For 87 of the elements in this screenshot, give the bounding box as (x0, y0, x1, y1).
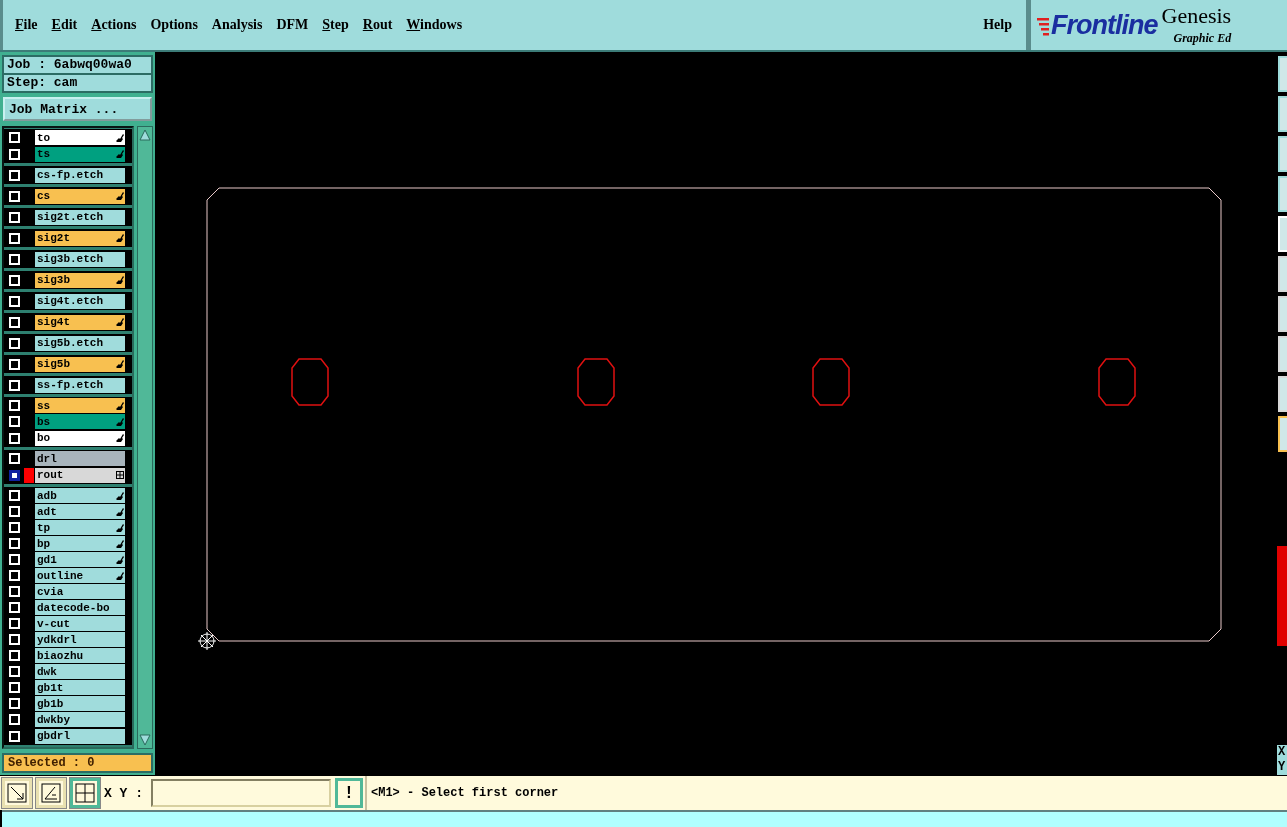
tool-button[interactable] (70, 778, 100, 808)
exclamation-button[interactable]: ! (335, 778, 363, 808)
menu-item[interactable]: Edit (51, 17, 78, 33)
hand-icon (115, 506, 124, 517)
job-name: Job : 6abwq00wa0 (2, 55, 153, 75)
crosshair-icon (197, 631, 217, 651)
layer-name[interactable]: adb (35, 488, 125, 503)
menu-item[interactable]: Windows (406, 17, 463, 33)
xy-label: X Y : (103, 784, 144, 803)
hand-icon (115, 522, 124, 533)
menu-item[interactable]: File (15, 17, 38, 33)
layer-name[interactable]: v-cut (35, 616, 125, 631)
layer-name[interactable]: sig5b.etch (35, 335, 125, 351)
layer-name[interactable]: datecode-bo (35, 600, 125, 615)
scroll-down-icon[interactable] (139, 734, 151, 746)
hand-icon (115, 359, 124, 369)
scroll-up-icon[interactable] (139, 129, 151, 141)
product-subtitle: Graphic Ed (1173, 31, 1232, 46)
x-label: X (1277, 745, 1287, 760)
step-name: Step: cam (2, 75, 153, 93)
hand-icon (115, 275, 124, 285)
hand-icon (115, 416, 124, 427)
menu-item[interactable]: Rout (362, 17, 393, 33)
menu-item[interactable]: Analysis (211, 17, 263, 33)
layer-name[interactable]: bp (35, 536, 125, 551)
hand-icon (115, 191, 124, 201)
slot-outline (812, 358, 850, 406)
layer-name[interactable]: ts (35, 146, 125, 162)
help-menu[interactable]: Help (983, 17, 1012, 33)
layer-name[interactable]: gbdrl (35, 728, 125, 744)
layer-name[interactable]: bo (35, 430, 125, 446)
layer-name[interactable]: gb1b (35, 696, 125, 711)
menu-item[interactable]: Actions (91, 17, 137, 33)
hand-icon (115, 538, 124, 549)
layer-name[interactable]: to (35, 130, 125, 145)
scrollbar[interactable] (137, 126, 153, 749)
layer-name[interactable]: bs (35, 414, 125, 429)
layer-name[interactable]: ss (35, 398, 125, 413)
layer-name[interactable]: sig2t (35, 230, 125, 246)
layer-name[interactable]: gb1t (35, 680, 125, 695)
layer-checkbox[interactable] (9, 469, 20, 481)
brand-logo: Frontline (1051, 10, 1158, 41)
hand-icon (115, 433, 124, 443)
layer-name[interactable]: sig4t (35, 314, 125, 330)
layer-name[interactable]: sig3b (35, 272, 125, 288)
layer-name[interactable]: dwkby (35, 712, 125, 727)
layer-name[interactable]: sig5b (35, 356, 125, 372)
layer-name[interactable]: drl (35, 451, 125, 466)
layer-name[interactable]: sig3b.etch (35, 251, 125, 267)
layer-name[interactable]: ydkdrl (35, 632, 125, 647)
hand-icon (115, 233, 124, 243)
slot-outline (291, 358, 329, 406)
layer-name[interactable]: ss-fp.etch (35, 377, 125, 393)
layer-name[interactable]: gd1 (35, 552, 125, 567)
job-matrix-button[interactable]: Job Matrix ... (3, 97, 152, 121)
layer-name[interactable]: cs-fp.etch (35, 167, 125, 183)
menu-item[interactable]: Step (322, 17, 349, 33)
grid-icon (75, 783, 95, 803)
hand-icon (115, 149, 124, 159)
layer-name[interactable]: rout (35, 467, 125, 483)
layer-name[interactable]: adt (35, 504, 125, 519)
layer-name[interactable]: outline (35, 568, 125, 583)
zoom-arrow-icon (7, 783, 27, 803)
layer-name[interactable]: sig2t.etch (35, 209, 125, 225)
layer-name[interactable]: tp (35, 520, 125, 535)
slot-outline (1098, 358, 1136, 406)
hand-icon (115, 570, 124, 581)
stripes-icon (1037, 15, 1049, 36)
product-title: Genesis (1161, 4, 1232, 28)
y-label: Y (1277, 760, 1287, 775)
xy-input-field[interactable] (151, 779, 331, 807)
hand-icon (115, 132, 124, 143)
hand-icon (115, 400, 124, 411)
slot-outline (577, 358, 615, 406)
grid-icon (116, 471, 124, 479)
selected-count: Selected : 0 (2, 753, 153, 773)
layer-name[interactable]: cs (35, 188, 125, 204)
hand-icon (115, 490, 124, 501)
menu-item[interactable]: DFM (276, 17, 309, 33)
angle-icon (41, 783, 61, 803)
layer-name[interactable]: sig4t.etch (35, 293, 125, 309)
layer-name[interactable]: cvia (35, 584, 125, 599)
hand-icon (115, 317, 124, 327)
hand-icon (115, 554, 124, 565)
layer-name[interactable]: biaozhu (35, 648, 125, 663)
layer-name[interactable]: dwk (35, 664, 125, 679)
menu-item[interactable]: Options (150, 17, 198, 33)
